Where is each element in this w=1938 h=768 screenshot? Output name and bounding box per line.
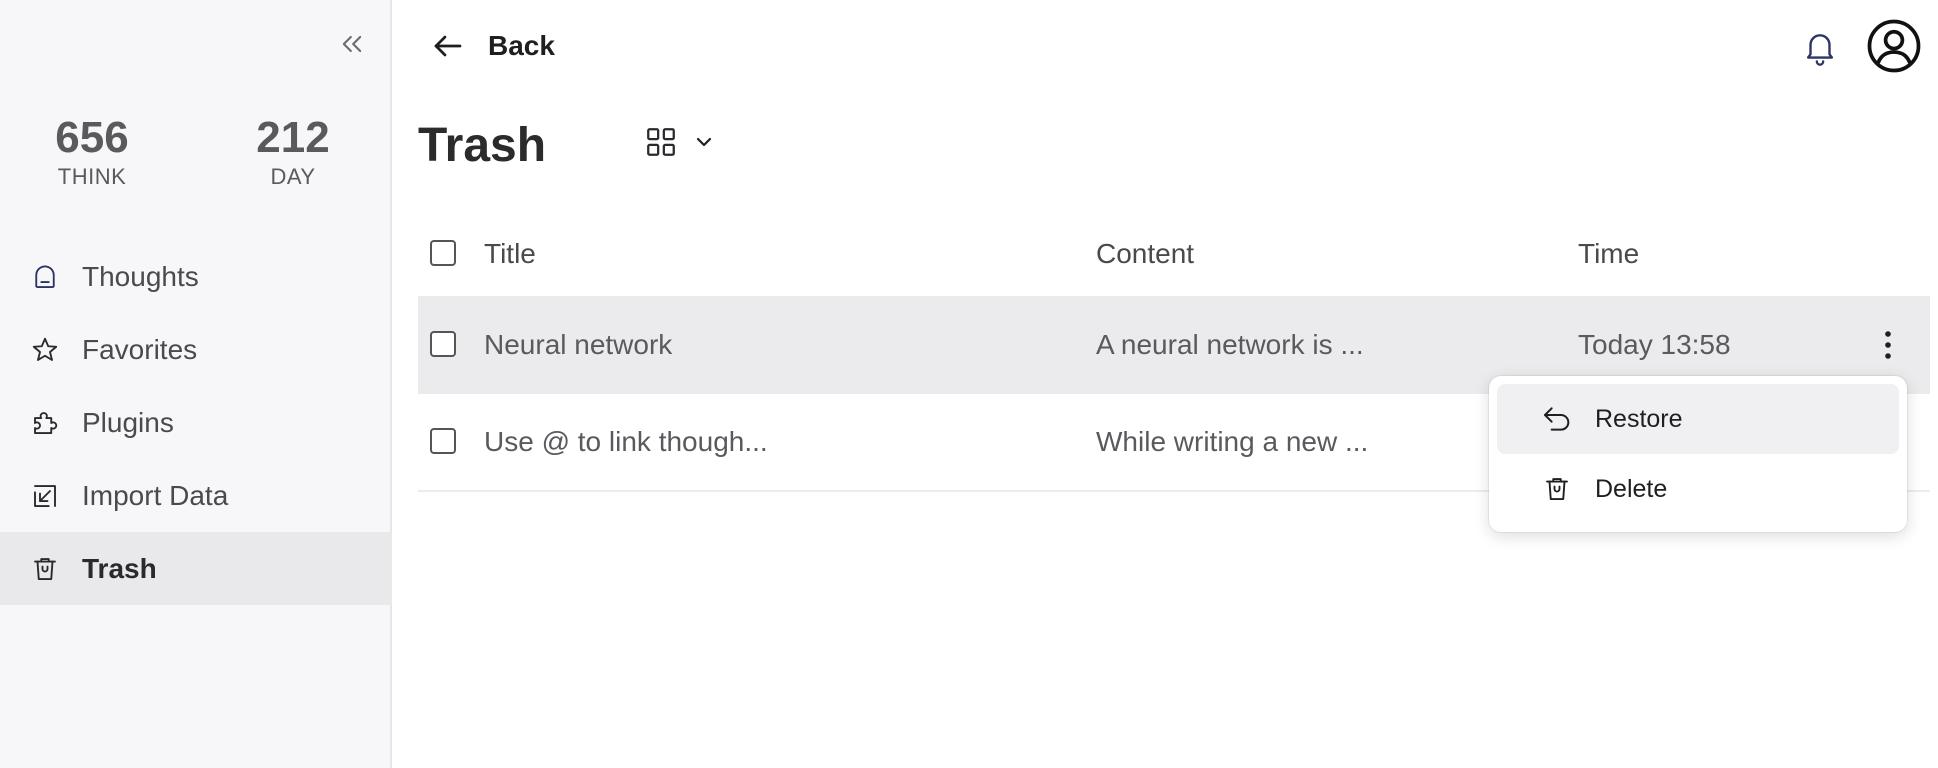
sidebar-item-plugins[interactable]: Plugins [0,386,392,459]
undo-icon [1541,403,1573,435]
back-button[interactable]: Back [430,26,555,66]
thoughts-icon [28,260,62,294]
menu-item-label: Restore [1595,404,1683,433]
double-chevron-left-icon [342,35,362,53]
sidebar-item-trash[interactable]: Trash [0,532,392,605]
column-header-content[interactable]: Content [1096,238,1194,270]
account-button[interactable] [1866,18,1922,74]
row-time: Today 13:58 [1578,329,1731,360]
row-title: Neural network [484,329,673,360]
table-header: Title Content Time [418,212,1930,296]
back-label: Back [488,30,555,61]
sidebar-item-label: Plugins [82,406,174,438]
column-header-time[interactable]: Time [1578,238,1639,270]
stat-think-value: 656 [55,113,129,162]
stat-day-value: 212 [256,113,330,162]
page-title: Trash [418,119,547,172]
collapse-sidebar-button[interactable] [336,28,368,60]
stat-day: 212 DAY [233,112,353,190]
trash-icon [1541,473,1573,505]
arrow-left-icon [434,35,462,57]
chevron-down-icon [696,137,712,147]
stats-panel: 656 THINK 212 DAY [0,112,392,202]
sidebar-item-import-data[interactable]: Import Data [0,459,392,532]
stat-think-label: THINK [57,164,127,189]
sidebar-nav: Thoughts Favorites Plugins Import Data T… [0,240,392,605]
sidebar-item-thoughts[interactable]: Thoughts [0,240,392,313]
row-title: Use @ to link though... [484,426,768,457]
bell-icon [1806,34,1834,66]
trash-icon [28,552,62,586]
view-mode-dropdown[interactable] [644,124,716,160]
sidebar-item-label: Trash [82,552,157,584]
sidebar-item-label: Import Data [82,479,229,511]
notifications-button[interactable] [1800,26,1840,70]
row-checkbox[interactable] [430,331,456,357]
sidebar: 656 THINK 212 DAY Thoughts Favorites Plu… [0,0,392,768]
user-circle-icon [1867,19,1921,73]
grid-icon [647,128,675,156]
more-vertical-icon [1885,331,1891,359]
column-header-title[interactable]: Title [484,238,536,270]
menu-item-delete[interactable]: Delete [1497,454,1899,524]
row-more-button[interactable] [1878,327,1898,363]
menu-item-label: Delete [1595,474,1668,503]
sidebar-item-label: Thoughts [82,260,199,292]
row-content: While writing a new ... [1096,426,1369,457]
star-icon [28,333,62,367]
menu-item-restore[interactable]: Restore [1497,384,1899,454]
row-context-menu: Restore Delete [1489,376,1907,532]
stat-think: 656 THINK [32,112,152,190]
import-icon [28,479,62,513]
sidebar-item-favorites[interactable]: Favorites [0,313,392,386]
select-all-checkbox[interactable] [430,240,456,266]
row-content: A neural network is ... [1096,329,1364,360]
sidebar-item-label: Favorites [82,333,198,365]
row-checkbox[interactable] [430,428,456,454]
puzzle-icon [28,406,62,440]
stat-day-label: DAY [270,164,316,189]
